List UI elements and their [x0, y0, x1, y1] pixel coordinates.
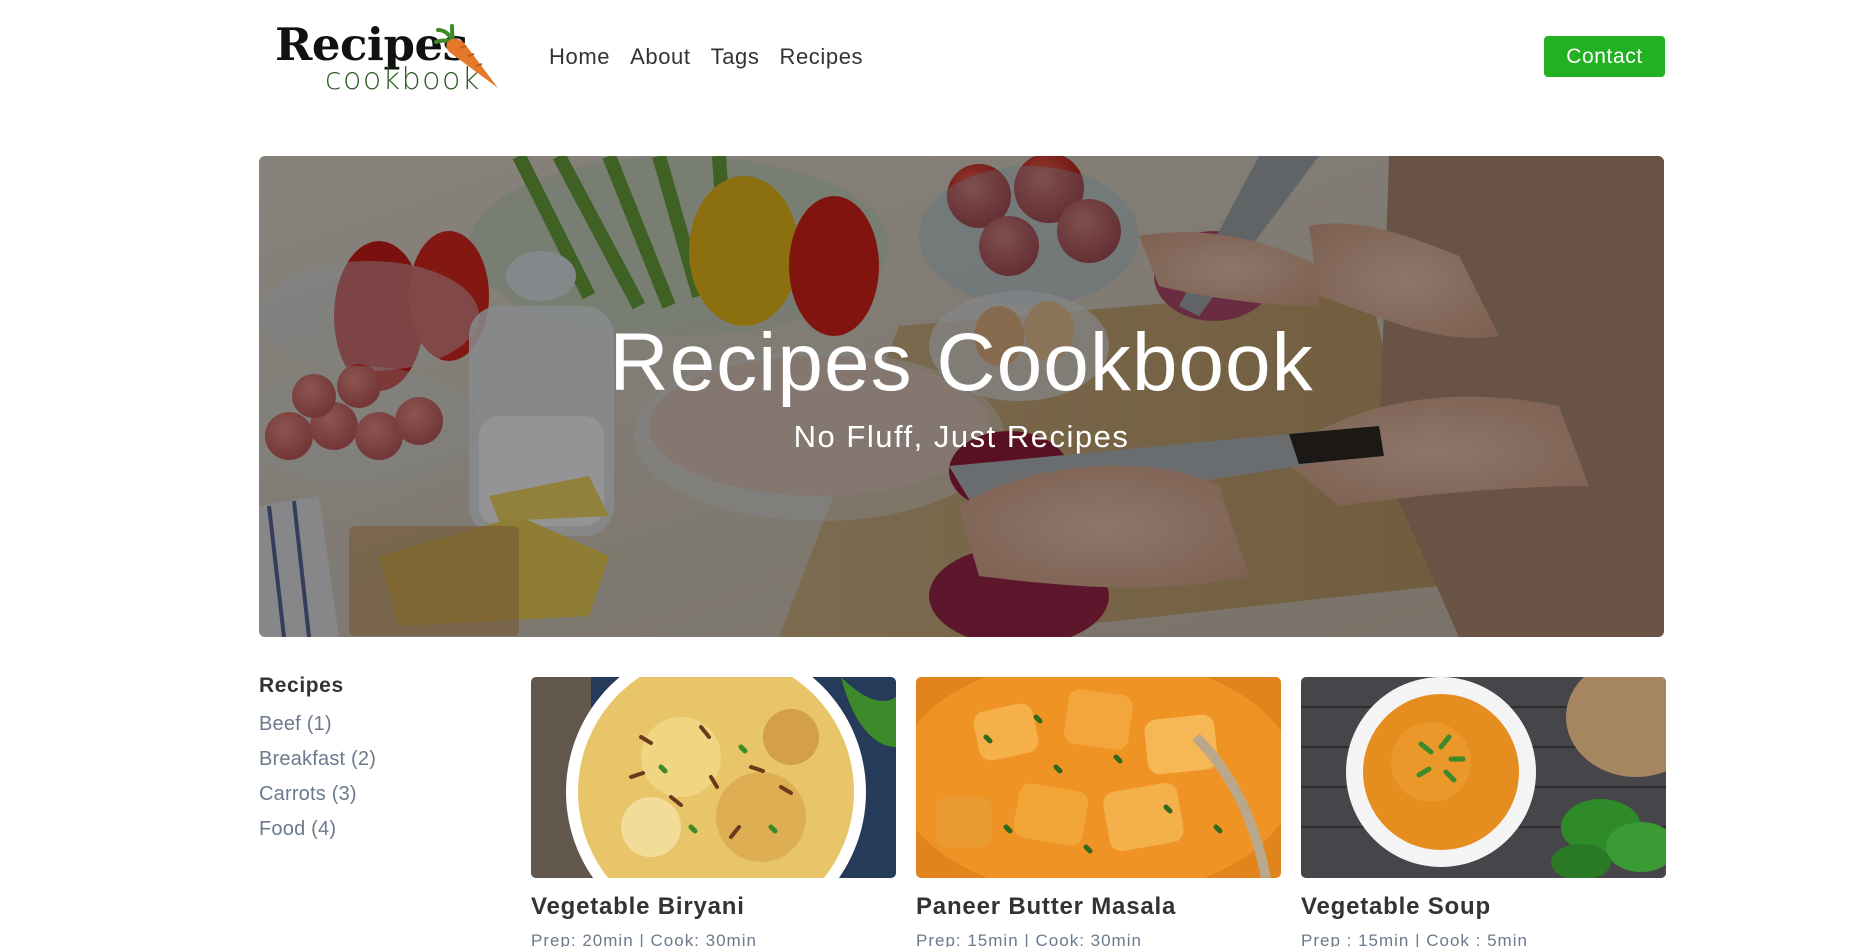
list-item: Breakfast (2) — [259, 748, 499, 771]
nav-about[interactable]: About — [630, 40, 691, 74]
tag-list: Beef (1) Breakfast (2) Carrots (3) Food … — [259, 713, 499, 841]
site-logo[interactable]: Recipes cookbook — [275, 18, 501, 98]
site-header: Recipes cookbook Home About Tags Recipes… — [0, 0, 1850, 130]
tag-link-carrots[interactable]: Carrots (3) — [259, 783, 357, 805]
list-item: Carrots (3) — [259, 783, 499, 806]
hero-banner: Recipes Cookbook No Fluff, Just Recipes — [259, 156, 1664, 637]
paneer-image[interactable] — [916, 677, 1281, 878]
nav-recipes[interactable]: Recipes — [779, 40, 863, 74]
list-item: Food (4) — [259, 818, 499, 841]
soup-image[interactable] — [1301, 677, 1666, 878]
tag-link-beef[interactable]: Beef (1) — [259, 713, 332, 735]
recipe-grid: Vegetable Biryani Prep: 20min | Cook: 30… — [531, 677, 1666, 947]
recipe-title[interactable]: Vegetable Soup — [1301, 893, 1666, 921]
recipe-meta: Prep : 15min | Cook : 5min — [1301, 931, 1528, 947]
contact-button[interactable]: Contact — [1544, 36, 1665, 77]
biryani-image[interactable] — [531, 677, 896, 878]
nav-tags[interactable]: Tags — [711, 40, 760, 74]
recipe-meta: Prep: 20min | Cook: 30min — [531, 931, 757, 947]
sidebar-heading: Recipes — [259, 674, 344, 697]
recipe-card-vegetable-soup[interactable]: Vegetable Soup Prep : 15min | Cook : 5mi… — [1301, 677, 1666, 947]
carrot-icon — [434, 24, 498, 88]
main-nav: Home About Tags Recipes — [549, 40, 863, 74]
recipe-meta: Prep: 15min | Cook: 30min — [916, 931, 1142, 947]
tag-link-food[interactable]: Food (4) — [259, 818, 336, 840]
recipe-card-vegetable-biryani[interactable]: Vegetable Biryani Prep: 20min | Cook: 30… — [531, 677, 896, 947]
tag-link-breakfast[interactable]: Breakfast (2) — [259, 748, 376, 770]
list-item: Beef (1) — [259, 713, 499, 736]
hero-title: Recipes Cookbook — [609, 317, 1314, 408]
recipe-title[interactable]: Vegetable Biryani — [531, 893, 896, 921]
tags-sidebar: Recipes Beef (1) Breakfast (2) Carrots (… — [259, 674, 499, 853]
hero-subtitle: No Fluff, Just Recipes — [793, 419, 1130, 454]
recipe-card-paneer-butter-masala[interactable]: Paneer Butter Masala Prep: 15min | Cook:… — [916, 677, 1281, 947]
recipe-title[interactable]: Paneer Butter Masala — [916, 893, 1281, 921]
nav-home[interactable]: Home — [549, 40, 610, 74]
